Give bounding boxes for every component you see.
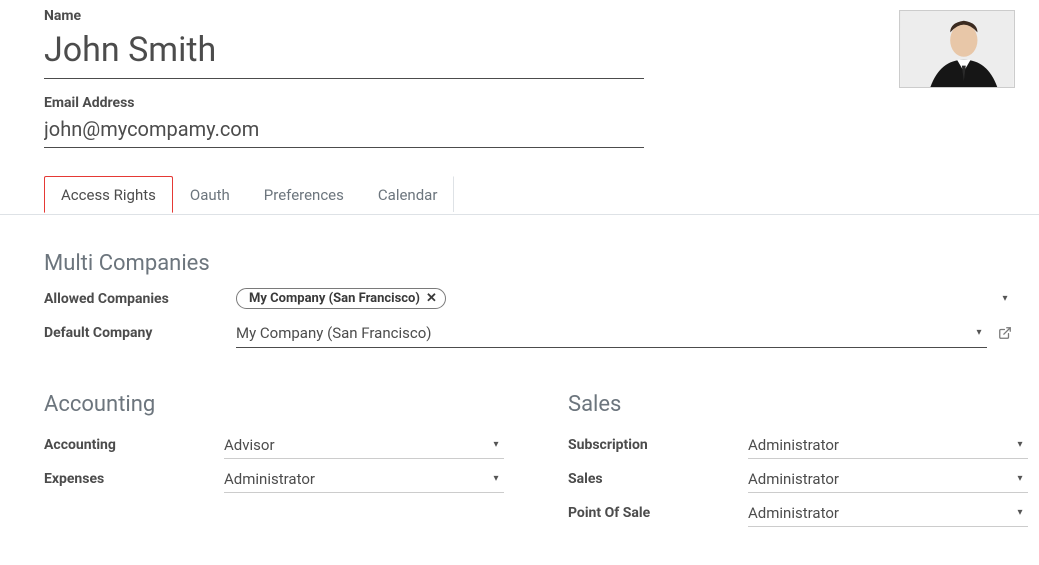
- company-tag[interactable]: My Company (San Francisco) ✕: [236, 288, 446, 309]
- default-company-label: Default Company: [44, 325, 236, 341]
- tab-calendar[interactable]: Calendar: [361, 176, 455, 212]
- pos-select[interactable]: Administrator ▾: [748, 499, 1028, 527]
- caret-down-icon[interactable]: ▾: [1012, 508, 1028, 518]
- pos-value: Administrator: [748, 502, 1012, 524]
- caret-down-icon[interactable]: ▾: [971, 328, 987, 338]
- section-sales: Sales: [568, 392, 1028, 417]
- caret-down-icon[interactable]: ▾: [1012, 474, 1028, 484]
- accounting-select[interactable]: Advisor ▾: [224, 431, 504, 459]
- caret-down-icon[interactable]: ▾: [1012, 440, 1028, 450]
- expenses-select[interactable]: Administrator ▾: [224, 465, 504, 493]
- avatar[interactable]: [899, 10, 1015, 88]
- name-label: Name: [44, 8, 1039, 24]
- tab-preferences[interactable]: Preferences: [247, 176, 361, 212]
- accounting-label: Accounting: [44, 437, 224, 453]
- subscription-select[interactable]: Administrator ▾: [748, 431, 1028, 459]
- pos-label: Point Of Sale: [568, 505, 748, 521]
- accounting-value: Advisor: [224, 434, 488, 456]
- default-company-value: My Company (San Francisco): [236, 322, 971, 344]
- sales-label: Sales: [568, 471, 748, 487]
- sales-select[interactable]: Administrator ▾: [748, 465, 1028, 493]
- subscription-label: Subscription: [568, 437, 748, 453]
- caret-down-icon[interactable]: ▾: [488, 440, 504, 450]
- external-link-icon[interactable]: [995, 326, 1015, 340]
- email-input[interactable]: [44, 113, 644, 148]
- email-label: Email Address: [44, 95, 1039, 111]
- caret-down-icon[interactable]: ▾: [997, 294, 1013, 304]
- tabs: Access Rights Oauth Preferences Calendar: [44, 176, 1039, 212]
- sales-value: Administrator: [748, 468, 1012, 490]
- name-input[interactable]: [44, 26, 644, 79]
- caret-down-icon[interactable]: ▾: [488, 474, 504, 484]
- default-company-field[interactable]: My Company (San Francisco) ▾: [236, 318, 987, 348]
- allowed-companies-label: Allowed Companies: [44, 291, 236, 307]
- company-tag-label: My Company (San Francisco): [249, 291, 420, 306]
- section-accounting: Accounting: [44, 392, 504, 417]
- tab-access-rights[interactable]: Access Rights: [44, 176, 173, 213]
- allowed-companies-field[interactable]: My Company (San Francisco) ✕ ▾: [236, 288, 1015, 310]
- expenses-label: Expenses: [44, 471, 224, 487]
- section-multi-companies: Multi Companies: [44, 251, 1015, 276]
- tab-oauth[interactable]: Oauth: [173, 176, 247, 212]
- expenses-value: Administrator: [224, 468, 488, 490]
- tag-remove-icon[interactable]: ✕: [426, 291, 437, 306]
- subscription-value: Administrator: [748, 434, 1012, 456]
